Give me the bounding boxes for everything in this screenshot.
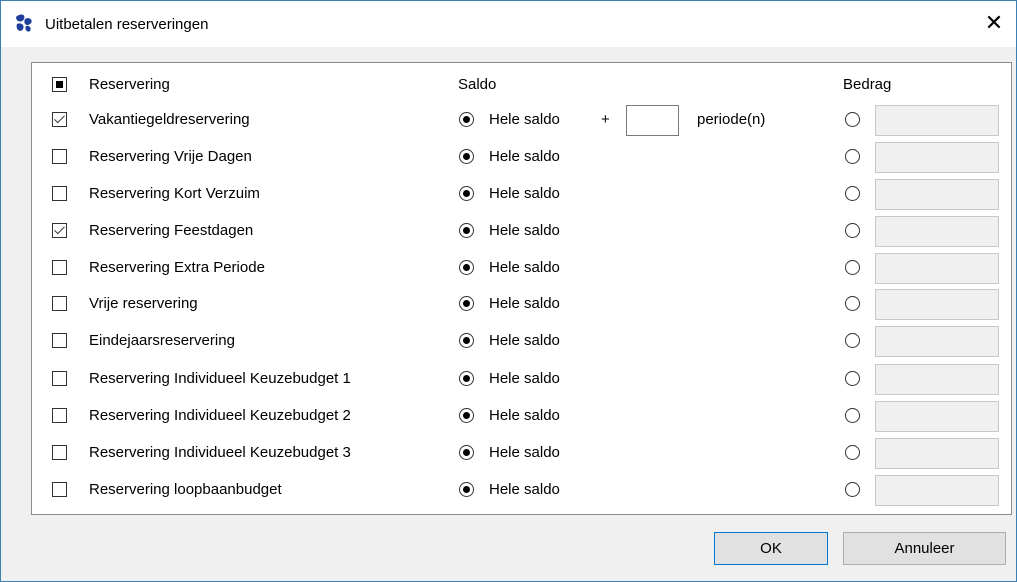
row-checkbox[interactable] [52,445,67,460]
bedrag-radio[interactable] [845,260,860,275]
row-checkbox[interactable] [52,333,67,348]
bedrag-radio[interactable] [845,371,860,386]
bedrag-input[interactable] [875,179,999,210]
saldo-label: Hele saldo [489,295,560,312]
saldo-label: Hele saldo [489,481,560,498]
saldo-radio[interactable] [459,112,474,127]
bedrag-radio[interactable] [845,445,860,460]
saldo-radio[interactable] [459,408,474,423]
bedrag-radio[interactable] [845,296,860,311]
saldo-label: Hele saldo [489,332,560,349]
bedrag-input[interactable] [875,401,999,432]
saldo-label: Hele saldo [489,185,560,202]
bedrag-input[interactable] [875,253,999,284]
bedrag-input[interactable] [875,326,999,357]
row-label: Reservering Individueel Keuzebudget 1 [89,370,351,387]
saldo-label: Hele saldo [489,111,560,128]
bedrag-input[interactable] [875,438,999,469]
saldo-label: Hele saldo [489,407,560,424]
bedrag-input[interactable] [875,105,999,136]
row-checkbox[interactable] [52,186,67,201]
column-header-saldo: Saldo [458,76,497,93]
bedrag-radio[interactable] [845,149,860,164]
row-label: Vrije reservering [89,295,198,312]
column-header-bedrag: Bedrag [843,76,892,93]
row-checkbox[interactable] [52,371,67,386]
saldo-label: Hele saldo [489,444,560,461]
saldo-label: Hele saldo [489,222,560,239]
row-label: Reservering loopbaanbudget [89,481,282,498]
bedrag-radio[interactable] [845,112,860,127]
bedrag-radio[interactable] [845,333,860,348]
row-checkbox[interactable] [52,149,67,164]
window-title: Uitbetalen reserveringen [45,16,209,33]
ok-button[interactable]: OK [714,532,828,565]
plus-sign: + [601,111,610,128]
row-checkbox[interactable] [52,112,67,127]
saldo-radio[interactable] [459,223,474,238]
row-checkbox[interactable] [52,260,67,275]
saldo-radio[interactable] [459,333,474,348]
saldo-radio[interactable] [459,260,474,275]
row-label: Vakantiegeldreservering [89,111,250,128]
bedrag-input[interactable] [875,289,999,320]
select-all-checkbox[interactable] [52,77,67,92]
bedrag-input[interactable] [875,142,999,173]
row-label: Reservering Individueel Keuzebudget 2 [89,407,351,424]
saldo-label: Hele saldo [489,370,560,387]
saldo-radio[interactable] [459,482,474,497]
bedrag-radio[interactable] [845,223,860,238]
bedrag-input[interactable] [875,216,999,247]
title-bar: Uitbetalen reserveringen ✕ [1,1,1016,47]
saldo-radio[interactable] [459,445,474,460]
bedrag-radio[interactable] [845,186,860,201]
column-header-reservering: Reservering [89,76,170,93]
row-label: Reservering Individueel Keuzebudget 3 [89,444,351,461]
saldo-radio[interactable] [459,149,474,164]
periods-label: periode(n) [697,111,766,128]
row-label: Reservering Kort Verzuim [89,185,260,202]
row-label: Eindejaarsreservering [89,332,235,349]
bedrag-radio[interactable] [845,408,860,423]
row-checkbox[interactable] [52,223,67,238]
saldo-label: Hele saldo [489,259,560,276]
row-label: Reservering Feestdagen [89,222,254,239]
periods-input[interactable] [626,105,679,136]
close-icon[interactable]: ✕ [982,11,1006,35]
row-label: Reservering Extra Periode [89,259,265,276]
row-label: Reservering Vrije Dagen [89,148,252,165]
bedrag-input[interactable] [875,364,999,395]
saldo-label: Hele saldo [489,148,560,165]
row-checkbox[interactable] [52,296,67,311]
app-logo-icon [16,14,32,32]
bedrag-radio[interactable] [845,482,860,497]
bedrag-input[interactable] [875,475,999,506]
row-checkbox[interactable] [52,408,67,423]
saldo-radio[interactable] [459,296,474,311]
saldo-radio[interactable] [459,186,474,201]
saldo-radio[interactable] [459,371,474,386]
row-checkbox[interactable] [52,482,67,497]
cancel-button[interactable]: Annuleer [843,532,1006,565]
